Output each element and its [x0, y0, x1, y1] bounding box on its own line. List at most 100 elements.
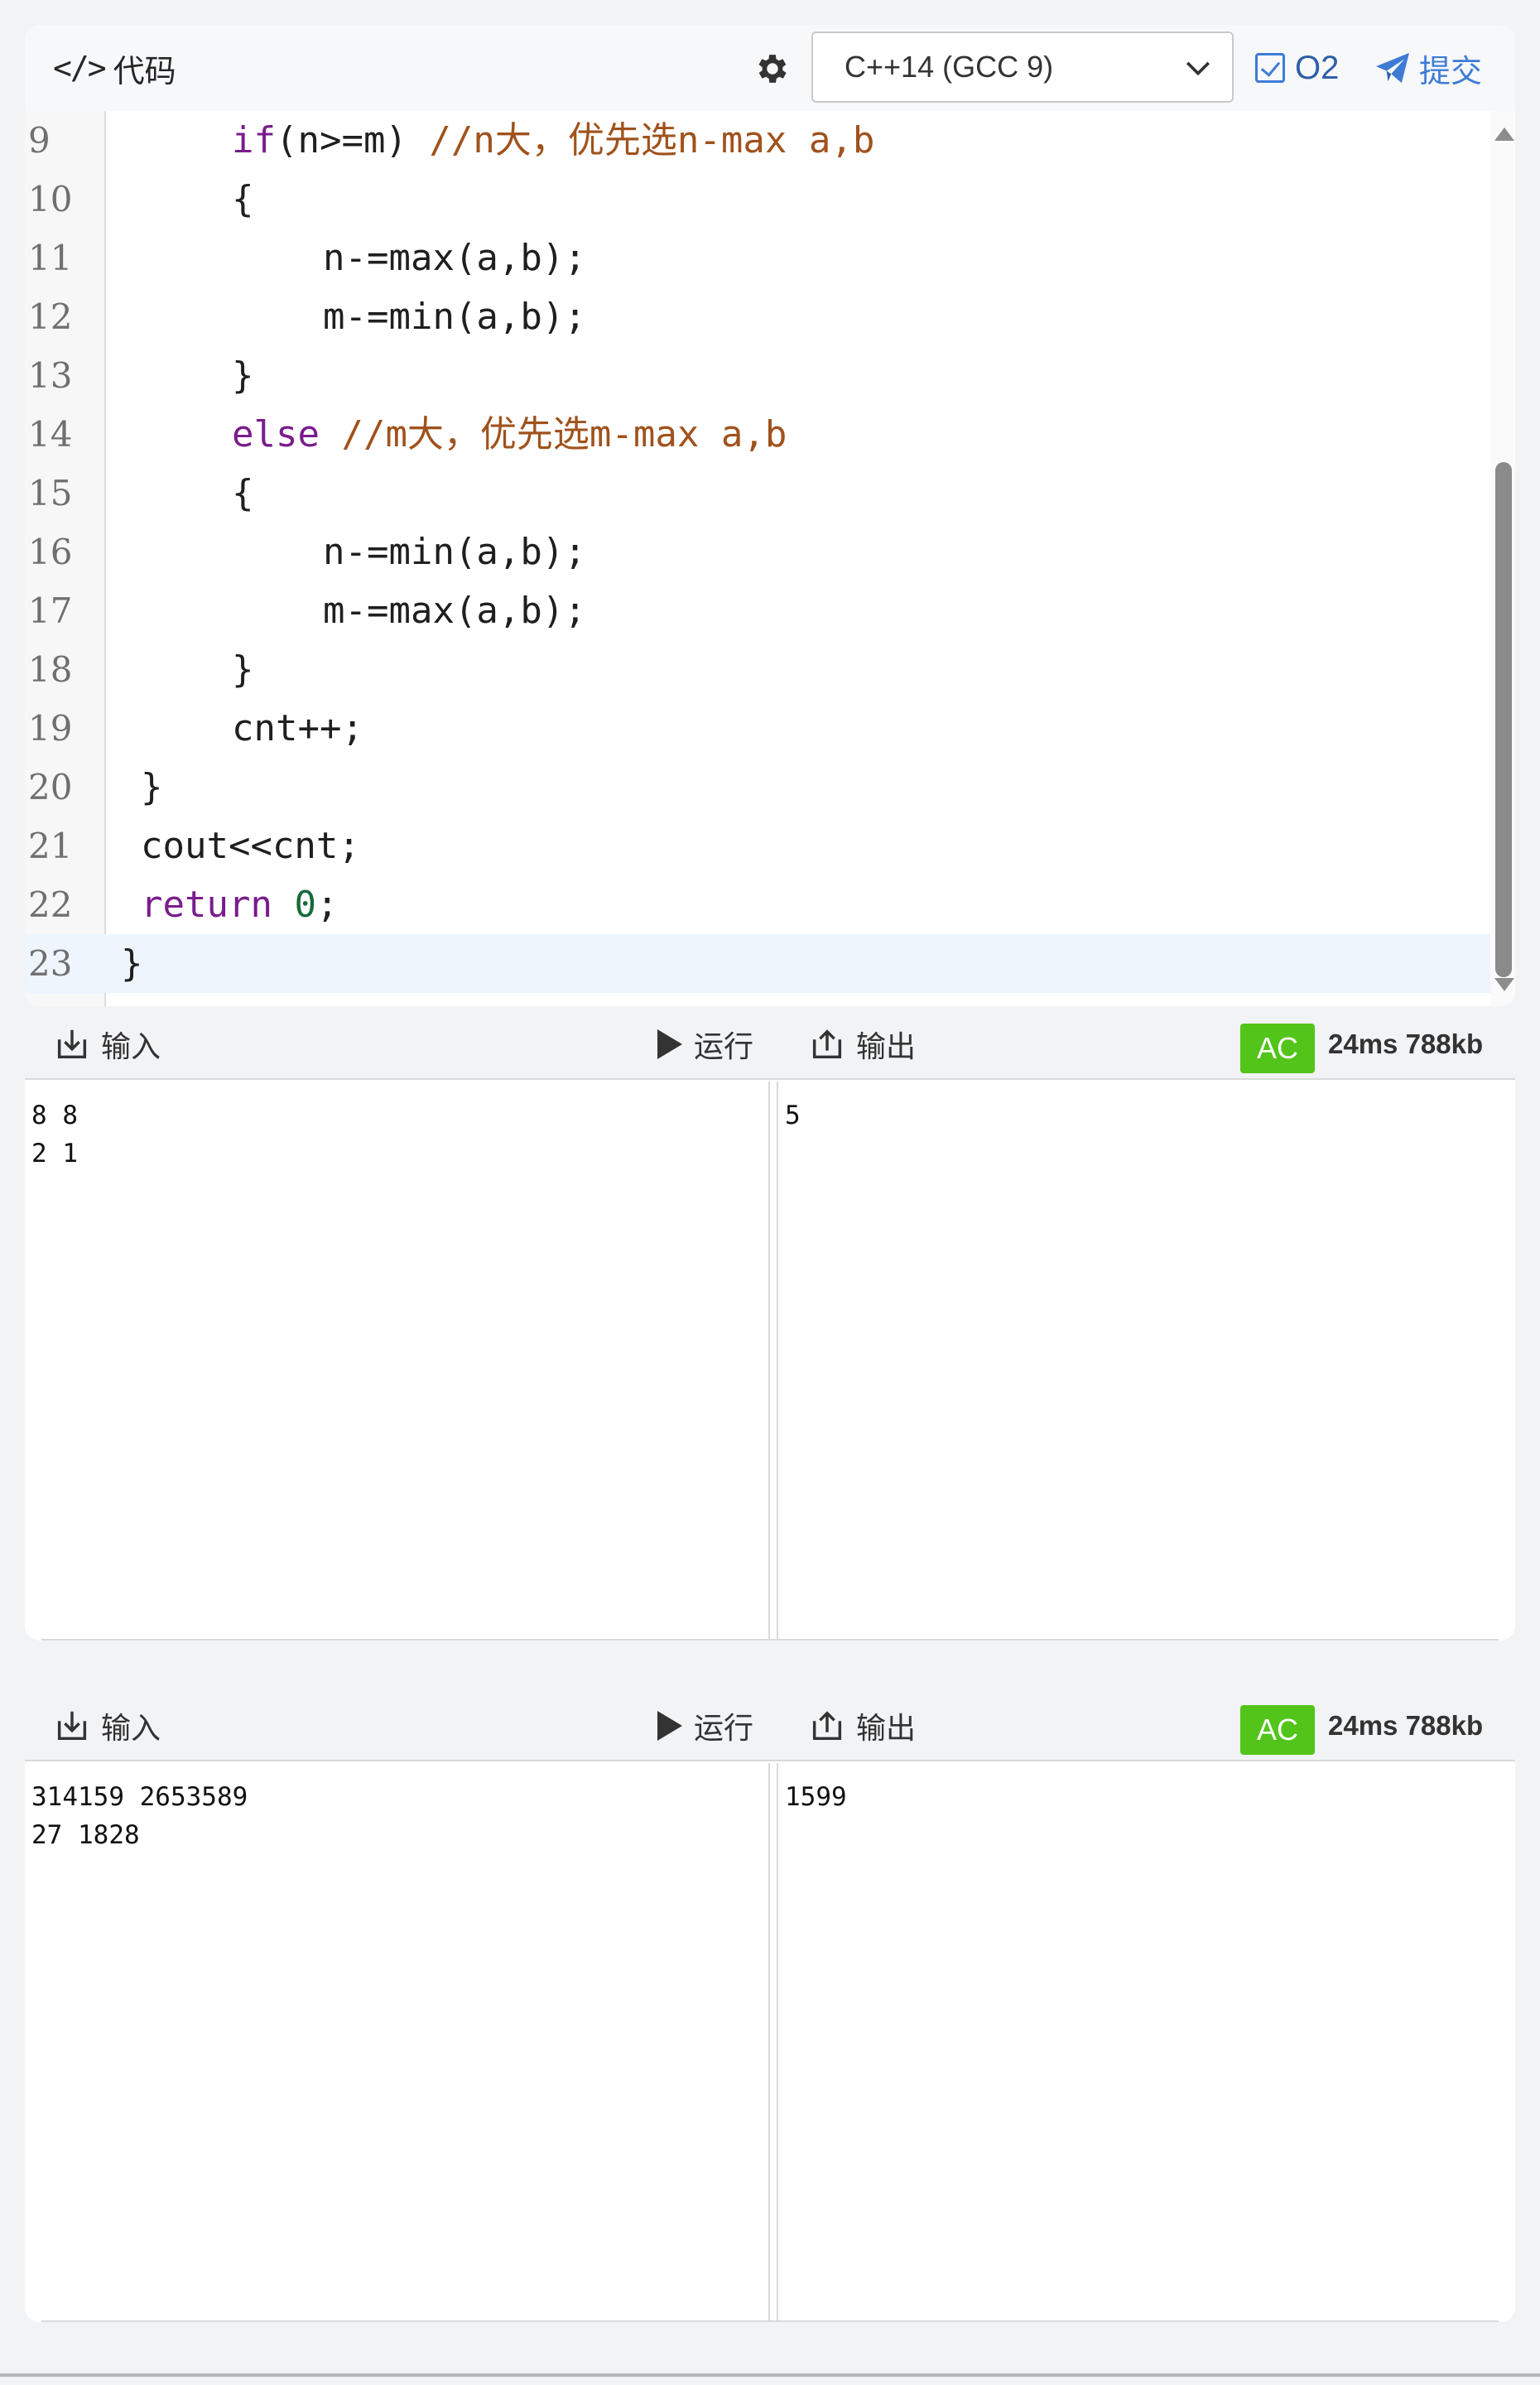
run-stats: 24ms 788kb — [1328, 1710, 1484, 1741]
upload-icon — [812, 1711, 842, 1741]
run-label: 运行 — [694, 1711, 754, 1745]
input-textarea[interactable]: 8 8 2 1 — [25, 1082, 770, 1641]
input-tab[interactable]: 输入 — [53, 1009, 161, 1080]
line-number: 23 — [25, 934, 106, 993]
comment-token: //n大，优先选n-max a,b — [429, 119, 875, 161]
code-text: } — [232, 354, 254, 397]
line-number: 10 — [28, 179, 73, 219]
code-line[interactable]: 15 { — [25, 464, 1490, 523]
code-icon: </> — [53, 50, 107, 86]
run-button[interactable]: 运行 — [654, 1690, 753, 1761]
run-label: 运行 — [694, 1029, 754, 1063]
paper-plane-icon — [1376, 52, 1409, 84]
o2-toggle[interactable]: O2 — [1255, 25, 1339, 111]
input-textarea[interactable]: 314159 2653589 27 1828 — [25, 1763, 770, 2322]
line-number: 20 — [28, 767, 73, 807]
number-token: 0 — [294, 884, 316, 926]
code-token: (n>=m) — [275, 119, 430, 161]
o2-label: O2 — [1295, 49, 1340, 86]
code-line[interactable]: 14 else //m大，优先选m-max a,b — [25, 405, 1490, 464]
divider — [41, 1639, 1499, 1641]
code-text: { — [232, 472, 254, 514]
code-line[interactable]: 22 return 0; — [25, 875, 1490, 934]
input-label: 输入 — [101, 1711, 161, 1745]
keyword-token: else — [232, 413, 320, 455]
scroll-down-arrow-icon[interactable] — [1494, 978, 1514, 991]
editor-scrollbar[interactable] — [1490, 111, 1515, 1006]
o2-checkbox-icon[interactable] — [1255, 53, 1285, 83]
input-tab[interactable]: 输入 — [53, 1690, 161, 1761]
output-text: 1599 — [785, 1782, 847, 1812]
test-case-panel: 输入 运行 输出 AC 24ms 788kb 8 8 2 1 5 — [25, 1009, 1515, 1641]
status-badge: AC — [1240, 1024, 1315, 1073]
code-editor-card: </> 代码 C++14 (GCC 9) O2 提交 9 if(n>=m) //… — [25, 25, 1515, 1006]
output-textarea[interactable]: 1599 — [777, 1763, 1515, 2322]
line-number: 22 — [28, 884, 73, 925]
input-label: 输入 — [101, 1029, 161, 1063]
line-number: 9 — [28, 120, 51, 161]
code-text: if(n>=m) //n大，优先选n-max a,b — [232, 111, 874, 170]
output-label: 输出 — [856, 1029, 917, 1063]
code-line[interactable]: 19 cnt++; — [25, 699, 1490, 758]
code-token: ; — [315, 884, 339, 926]
download-icon — [57, 1711, 87, 1741]
code-text: } — [232, 648, 254, 691]
code-line[interactable]: 10 { — [25, 170, 1490, 229]
line-number: 16 — [28, 532, 73, 572]
code-line[interactable]: 12 m-=min(a,b); — [25, 287, 1490, 346]
code-title-label: 代码 — [113, 54, 176, 89]
code-text: { — [232, 178, 254, 220]
comment-token: //m大，优先选m-max a,b — [319, 413, 787, 455]
code-line[interactable]: 16 n-=min(a,b); — [25, 523, 1490, 581]
code-line[interactable]: 21 cout<<cnt; — [25, 817, 1490, 875]
gear-icon[interactable] — [753, 50, 792, 88]
status-badge: AC — [1240, 1705, 1315, 1755]
code-line[interactable]: 18 } — [25, 640, 1490, 699]
keyword-token: if — [232, 119, 276, 161]
code-text: n-=max(a,b); — [323, 237, 586, 279]
code-line[interactable]: 17 m-=max(a,b); — [25, 581, 1490, 640]
output-tab[interactable]: 输出 — [808, 1009, 916, 1080]
code-title: </> 代码 — [53, 25, 176, 111]
run-button[interactable]: 运行 — [654, 1009, 753, 1080]
scroll-up-arrow-icon[interactable] — [1494, 128, 1514, 141]
test-case-header: 输入 运行 输出 AC 24ms 788kb — [25, 1690, 1515, 1761]
code-text: return 0; — [141, 875, 338, 934]
page-bottom-divider — [0, 2373, 1540, 2377]
code-text: m-=min(a,b); — [323, 296, 586, 338]
code-text: else //m大，优先选m-max a,b — [232, 405, 787, 464]
chevron-down-icon — [1186, 61, 1210, 76]
language-select[interactable]: C++14 (GCC 9) — [811, 31, 1234, 103]
test-case-panel: 输入 运行 输出 AC 24ms 788kb 314159 2653589 27… — [25, 1690, 1515, 2322]
submit-button[interactable]: 提交 — [1374, 25, 1482, 111]
scrollbar-thumb[interactable] — [1495, 462, 1512, 977]
code-text: cout<<cnt; — [141, 825, 360, 867]
output-textarea[interactable]: 5 — [777, 1082, 1515, 1641]
run-stats: 24ms 788kb — [1328, 1029, 1484, 1059]
output-label: 输出 — [856, 1711, 917, 1745]
line-number: 12 — [28, 296, 73, 337]
keyword-token: return — [141, 884, 272, 926]
code-line-active[interactable]: 23 } — [25, 934, 1490, 993]
line-number: 19 — [28, 708, 73, 749]
play-icon — [657, 1711, 682, 1741]
line-number: 13 — [28, 355, 73, 396]
line-number: 17 — [28, 590, 73, 631]
input-text: 314159 2653589 27 1828 — [31, 1782, 248, 1850]
output-tab[interactable]: 输出 — [808, 1690, 916, 1761]
line-number: 18 — [28, 649, 73, 690]
code-text: n-=min(a,b); — [323, 531, 586, 573]
code-line[interactable]: 20 } — [25, 758, 1490, 817]
download-icon — [57, 1029, 87, 1059]
input-text: 8 8 2 1 — [31, 1101, 78, 1168]
code-area[interactable]: 9 if(n>=m) //n大，优先选n-max a,b 10 { 11 n-=… — [25, 111, 1490, 1006]
test-case-header: 输入 运行 输出 AC 24ms 788kb — [25, 1009, 1515, 1080]
upload-icon — [812, 1029, 842, 1059]
language-select-value: C++14 (GCC 9) — [845, 50, 1054, 84]
code-text: m-=max(a,b); — [323, 590, 586, 632]
submit-label: 提交 — [1419, 54, 1483, 89]
code-line[interactable]: 13 } — [25, 346, 1490, 405]
code-text: cnt++; — [232, 707, 363, 749]
code-line[interactable]: 11 n-=max(a,b); — [25, 229, 1490, 287]
code-line[interactable]: 9 if(n>=m) //n大，优先选n-max a,b — [25, 111, 1490, 170]
